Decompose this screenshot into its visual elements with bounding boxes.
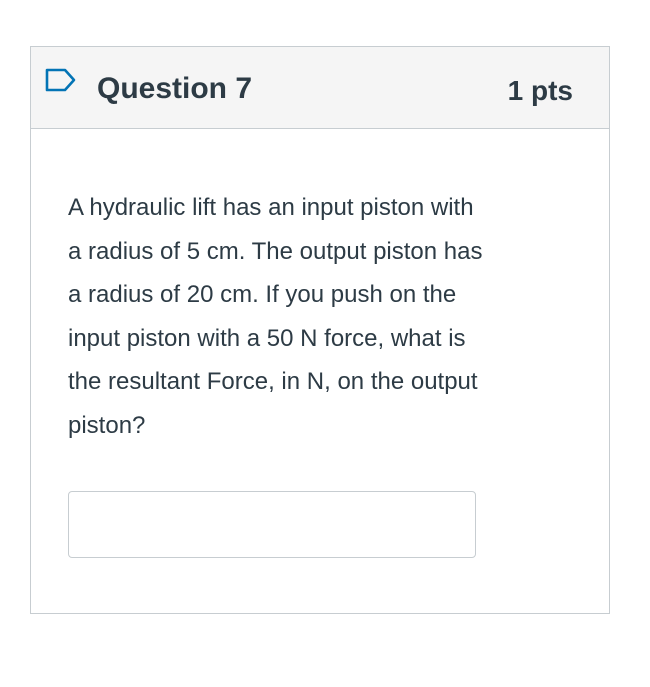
question-text-line: a radius of 5 cm. The output piston has <box>68 237 483 265</box>
question-card: Question 7 1 pts A hydraulic lift has an… <box>30 46 610 614</box>
question-text-line: a radius of 20 cm. If you push on the <box>68 281 457 308</box>
question-text-line: A hydraulic lift has an input piston wit… <box>68 194 474 221</box>
question-title: Question 7 <box>97 72 253 105</box>
question-text: A hydraulic lift has an input piston wit… <box>68 186 588 447</box>
question-text-line: input piston with a 50 N force, what is <box>68 324 466 352</box>
answer-input[interactable] <box>68 491 476 558</box>
question-text-line: piston? <box>68 411 146 439</box>
flag-question-icon[interactable] <box>44 67 78 93</box>
question-points: 1 pts <box>507 75 573 106</box>
question-text-line: the resultant Force, in N, on the output <box>68 368 478 395</box>
question-header: Question 7 1 pts <box>31 47 609 129</box>
